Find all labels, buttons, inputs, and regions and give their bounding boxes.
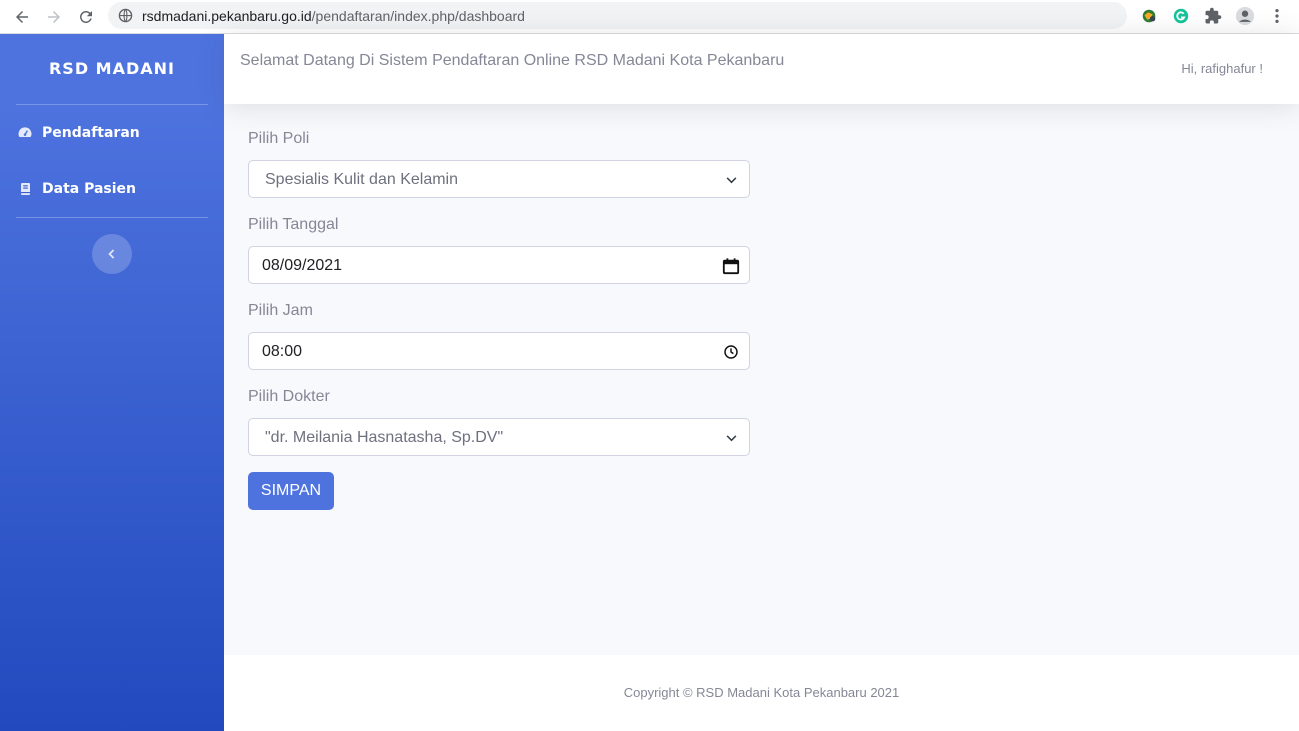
page-title: Selamat Datang Di Sistem Pendaftaran Onl… bbox=[240, 52, 785, 69]
jam-value: 08:00 bbox=[262, 343, 303, 360]
user-greeting[interactable]: Hi, rafighafur ! bbox=[1181, 61, 1263, 76]
copyright-text: Copyright © RSD Madani Kota Pekanbaru 20… bbox=[623, 685, 900, 700]
calendar-icon[interactable] bbox=[721, 256, 741, 276]
sidebar-item-pendaftaran[interactable]: Pendaftaran bbox=[16, 121, 216, 145]
book-icon bbox=[16, 180, 34, 198]
extensions-icon[interactable] bbox=[1202, 5, 1224, 27]
clock-icon[interactable] bbox=[721, 342, 741, 362]
site-info-icon[interactable] bbox=[118, 8, 133, 23]
chevron-down-icon bbox=[721, 170, 741, 190]
dokter-label: Pilih Dokter bbox=[248, 388, 330, 405]
url-text: rsdmadani.pekanbaru.go.id/pendaftaran/in… bbox=[142, 8, 525, 24]
simpan-button[interactable]: SIMPAN bbox=[248, 472, 334, 510]
sidebar-toggle-button[interactable] bbox=[92, 234, 132, 274]
sidebar-brand[interactable]: RSD MADANI bbox=[0, 59, 224, 78]
chevron-left-icon bbox=[108, 249, 115, 259]
jam-time-input[interactable]: 08:00 bbox=[248, 332, 750, 370]
footer: Copyright © RSD Madani Kota Pekanbaru 20… bbox=[224, 655, 1299, 731]
sidebar-divider bbox=[16, 104, 208, 105]
poli-label: Pilih Poli bbox=[248, 130, 310, 147]
sidebar: RSD MADANI Pendaftaran Data Pasien bbox=[0, 34, 224, 731]
address-bar[interactable]: rsdmadani.pekanbaru.go.id/pendaftaran/in… bbox=[108, 2, 1127, 29]
dokter-selected-value: "dr. Meilania Hasnatasha, Sp.DV" bbox=[265, 429, 504, 446]
tanggal-date-input[interactable]: 08/09/2021 bbox=[248, 246, 750, 284]
tachometer-icon bbox=[16, 124, 34, 142]
browser-toolbar: rsdmadani.pekanbaru.go.id/pendaftaran/in… bbox=[0, 0, 1299, 34]
back-icon[interactable] bbox=[10, 5, 34, 29]
sidebar-item-data-pasien[interactable]: Data Pasien bbox=[16, 177, 216, 201]
forward-icon[interactable] bbox=[42, 5, 66, 29]
poli-selected-value: Spesialis Kulit dan Kelamin bbox=[265, 171, 458, 188]
sidebar-item-label: Data Pasien bbox=[42, 181, 137, 197]
sidebar-item-label: Pendaftaran bbox=[42, 125, 140, 141]
dokter-select[interactable]: "dr. Meilania Hasnatasha, Sp.DV" bbox=[248, 418, 750, 456]
tanggal-label: Pilih Tanggal bbox=[248, 216, 339, 233]
vpn-extension-icon[interactable] bbox=[1138, 5, 1160, 27]
tanggal-value: 08/09/2021 bbox=[262, 257, 343, 274]
grammarly-icon[interactable] bbox=[1170, 5, 1192, 27]
reload-icon[interactable] bbox=[74, 5, 98, 29]
chevron-down-icon bbox=[721, 428, 741, 448]
profile-icon[interactable] bbox=[1234, 5, 1256, 27]
poli-select[interactable]: Spesialis Kulit dan Kelamin bbox=[248, 160, 750, 198]
jam-label: Pilih Jam bbox=[248, 302, 313, 319]
sidebar-divider bbox=[16, 217, 208, 218]
menu-icon[interactable] bbox=[1266, 5, 1288, 27]
topbar: Selamat Datang Di Sistem Pendaftaran Onl… bbox=[224, 34, 1299, 104]
